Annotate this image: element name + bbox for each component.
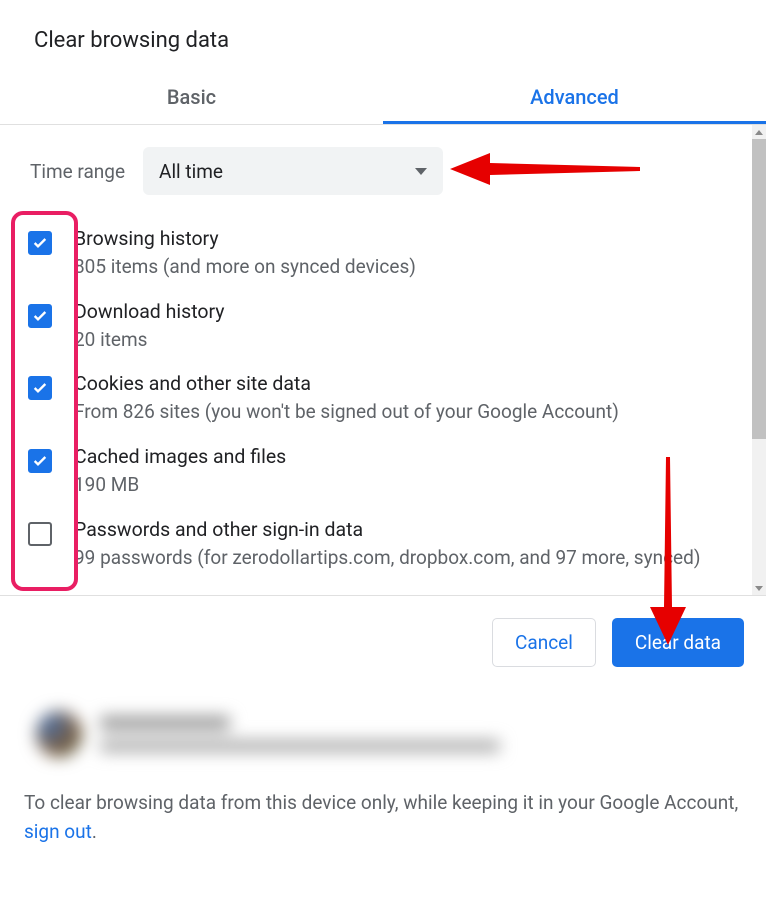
cancel-button[interactable]: Cancel [492,618,596,667]
check-icon [32,453,48,469]
item-title: Cookies and other site data [74,372,742,395]
dialog-body: Time range All time Browsing history 8 [0,125,766,596]
item-title: Browsing history [74,227,742,250]
check-icon [32,235,48,251]
list-item: Passwords and other sign-in data 99 pass… [14,508,752,581]
chevron-down-icon [415,168,427,175]
account-section: To clear browsing data from this device … [0,689,766,876]
checkbox-cached[interactable] [28,449,52,473]
list-item: Cookies and other site data From 826 sit… [14,362,752,435]
item-subtitle: 20 items [74,327,742,353]
time-range-dropdown[interactable]: All time [143,147,443,195]
dialog-footer: Cancel Clear data [0,596,766,689]
list-item: Download history 20 items [14,290,752,363]
sign-out-hint: To clear browsing data from this device … [24,789,742,846]
chevron-down-icon [755,586,763,591]
list-item: Cached images and files 190 MB [14,435,752,508]
tab-basic[interactable]: Basic [0,71,383,124]
dialog-title: Clear browsing data [0,0,766,71]
item-subtitle: 190 MB [74,472,742,498]
hint-text-pre: To clear browsing data from this device … [24,791,738,814]
tabs: Basic Advanced [0,71,766,125]
item-title: Download history [74,300,742,323]
checkbox-download-history[interactable] [28,304,52,328]
chevron-up-icon [755,130,763,135]
checkbox-browsing-history[interactable] [28,231,52,255]
scrollbar[interactable] [752,125,766,595]
check-icon [32,380,48,396]
hint-text-post: . [92,820,97,843]
account-info-blurred [24,705,742,773]
checkbox-cookies[interactable] [28,376,52,400]
item-title: Cached images and files [74,445,742,468]
clear-data-button[interactable]: Clear data [612,618,744,667]
item-subtitle: 99 passwords (for zerodollartips.com, dr… [74,545,742,571]
time-range-label: Time range [30,160,125,183]
item-subtitle: From 826 sites (you won't be signed out … [74,399,742,425]
item-title: Passwords and other sign-in data [74,518,742,541]
checkbox-passwords[interactable] [28,522,52,546]
sign-out-link[interactable]: sign out [24,820,92,843]
avatar [36,711,82,757]
scroll-area: Time range All time Browsing history 8 [0,125,766,595]
tab-advanced[interactable]: Advanced [383,71,766,124]
check-icon [32,308,48,324]
list-item: Browsing history 805 items (and more on … [14,217,752,290]
clear-browsing-data-dialog: Clear browsing data Basic Advanced Time … [0,0,766,876]
data-type-list: Browsing history 805 items (and more on … [0,217,752,580]
time-range-value: All time [159,160,223,183]
item-subtitle: 805 items (and more on synced devices) [74,254,742,280]
scroll-up-button[interactable] [752,125,766,139]
scrollbar-thumb[interactable] [752,139,766,439]
scroll-down-button[interactable] [752,581,766,595]
time-range-row: Time range All time [0,125,752,217]
